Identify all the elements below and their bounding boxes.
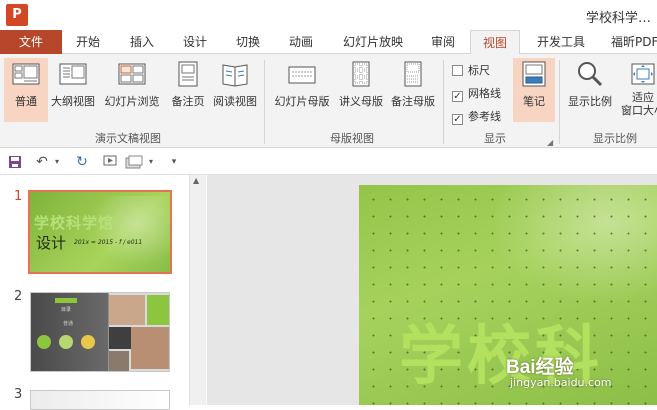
guides-check-icon[interactable]: ✓ xyxy=(452,114,463,125)
group-separator xyxy=(264,60,265,144)
thumb-subtitle: 设计 xyxy=(36,234,67,252)
slide-sorter-icon xyxy=(118,63,146,85)
tab-transitions[interactable]: 切换 xyxy=(221,30,275,54)
slide-thumbnail-1[interactable]: 学校科学馆 设计 201x = 2015 - f / e011 xyxy=(28,190,172,274)
document-title: 学校科学… xyxy=(585,11,651,26)
master-views-group-label: 母版视图 xyxy=(330,132,374,145)
group-separator xyxy=(559,60,560,144)
tab-developer[interactable]: 开发工具 xyxy=(524,30,598,54)
zoom-group-label: 显示比例 xyxy=(593,132,637,145)
handout-master-button[interactable]: 讲义母版 xyxy=(336,58,386,122)
ruler-label: 标尺 xyxy=(468,64,490,77)
notes-label: 笔记 xyxy=(523,95,545,108)
undo-icon[interactable]: ↶ xyxy=(34,152,50,172)
normal-view-button[interactable]: 普通 xyxy=(4,58,48,122)
slide-thumbnail-3[interactable] xyxy=(30,390,170,410)
reading-view-button[interactable]: 阅读视图 xyxy=(211,58,259,122)
handout-master-label: 讲义母版 xyxy=(339,95,383,108)
gridlines-check-icon[interactable]: ✓ xyxy=(452,91,463,102)
reading-view-icon xyxy=(222,64,248,87)
undo-dropdown-icon[interactable]: ▾ xyxy=(52,152,62,172)
slide-sorter-button[interactable]: 幻灯片浏览 xyxy=(100,58,164,122)
tab-slideshow[interactable]: 幻灯片放映 xyxy=(331,30,415,54)
reading-view-label: 阅读视图 xyxy=(213,95,257,108)
fit-to-window-icon xyxy=(631,63,655,85)
baidu-jingyan-logo: Bai经验 xyxy=(506,357,574,378)
watermark: Bai经验 jingyan.baidu.com xyxy=(506,352,612,389)
tab-view[interactable]: 视图 xyxy=(470,30,520,55)
gridlines-checkbox[interactable]: ✓ 网格线 xyxy=(452,85,501,102)
quick-access-toolbar: ↶ ▾ ↻ ▾ ▾ xyxy=(0,149,657,175)
notes-page-button[interactable]: 备注页 xyxy=(166,58,210,122)
notes-page-icon xyxy=(178,61,198,87)
thumb-title: 学校科学馆 xyxy=(34,214,115,232)
thumbnails-scrollbar[interactable]: ▲ xyxy=(189,175,206,405)
slide-master-label: 幻灯片母版 xyxy=(274,95,330,108)
normal-view-icon xyxy=(12,63,40,85)
fit-to-window-label: 适应 窗口大小 xyxy=(621,91,657,117)
title-bar: P 学校科学… xyxy=(0,0,657,30)
handout-master-icon xyxy=(352,61,370,87)
slide-thumbnails-pane: 1 学校科学馆 设计 201x = 2015 - f / e011 2 目录 普… xyxy=(0,175,207,410)
normal-view-label: 普通 xyxy=(15,95,37,108)
scroll-up-arrow-icon[interactable]: ▲ xyxy=(193,177,203,185)
group-separator xyxy=(443,60,444,144)
notes-master-label: 备注母版 xyxy=(391,95,435,108)
watermark-url: jingyan.baidu.com xyxy=(510,376,612,389)
ruler-checkbox[interactable]: 标尺 xyxy=(452,62,490,78)
tab-insert[interactable]: 插入 xyxy=(115,30,169,54)
redo-icon[interactable]: ↻ xyxy=(73,152,91,172)
zoom-label: 显示比例 xyxy=(568,95,612,108)
guides-label: 参考线 xyxy=(468,110,501,123)
save-icon[interactable] xyxy=(6,152,24,172)
customize-toolbar-icon[interactable]: ▾ xyxy=(168,152,180,172)
zoom-button[interactable]: 显示比例 xyxy=(564,58,616,122)
tab-foxit-pdf[interactable]: 福昕PDF xyxy=(601,30,657,54)
magnifier-icon xyxy=(578,62,603,87)
slideshow-from-start-icon[interactable] xyxy=(102,152,120,172)
ruler-checkbox-box[interactable] xyxy=(452,65,463,76)
show-group-label: 显示 xyxy=(484,132,506,145)
notes-master-button[interactable]: 备注母版 xyxy=(388,58,438,122)
guides-checkbox[interactable]: ✓ 参考线 xyxy=(452,108,501,125)
dialog-launcher-icon[interactable]: ◢ xyxy=(547,138,553,147)
ribbon: 普通 大纲视图 幻灯片浏览 备注页 阅读视图 演示文稿视图 幻灯片母版 讲义母版… xyxy=(0,54,657,148)
new-slide-icon[interactable] xyxy=(124,152,144,172)
notes-button[interactable]: 笔记 xyxy=(513,58,555,122)
thumb-heading: 目录 xyxy=(61,307,72,313)
notes-master-icon xyxy=(404,61,422,87)
tab-review[interactable]: 审阅 xyxy=(418,30,468,54)
slide-sorter-label: 幻灯片浏览 xyxy=(104,95,160,108)
powerpoint-logo-icon: P xyxy=(6,4,28,26)
presentation-views-group-label: 演示文稿视图 xyxy=(95,132,161,145)
slide-master-button[interactable]: 幻灯片母版 xyxy=(270,58,334,122)
notes-icon xyxy=(522,61,546,87)
thumb-formula: 201x = 2015 - f / e011 xyxy=(74,239,143,246)
new-slide-dropdown-icon[interactable]: ▾ xyxy=(146,152,156,172)
gridlines-label: 网格线 xyxy=(468,87,501,100)
slide-editing-area: 学校科 xyxy=(207,175,657,405)
slide-master-icon xyxy=(288,66,316,84)
fit-to-window-button[interactable]: 适应 窗口大小 xyxy=(618,58,657,122)
slide-number: 3 xyxy=(14,387,23,402)
notes-page-label: 备注页 xyxy=(171,95,205,108)
outline-view-icon xyxy=(59,63,87,85)
tab-design[interactable]: 设计 xyxy=(169,30,221,54)
thumb-caption: 普通 xyxy=(63,321,74,327)
tab-animations[interactable]: 动画 xyxy=(275,30,327,54)
tab-file[interactable]: 文件 xyxy=(0,30,62,54)
tab-home[interactable]: 开始 xyxy=(62,30,114,54)
ribbon-tab-bar: 文件 开始 插入 设计 切换 动画 幻灯片放映 审阅 视图 开发工具 福昕PDF xyxy=(0,30,657,55)
slide-number: 1 xyxy=(14,189,23,204)
outline-view-button[interactable]: 大纲视图 xyxy=(50,58,96,122)
outline-view-label: 大纲视图 xyxy=(51,95,95,108)
slide-number: 2 xyxy=(14,289,23,304)
slide-thumbnail-2[interactable]: 目录 普通 xyxy=(30,292,170,372)
